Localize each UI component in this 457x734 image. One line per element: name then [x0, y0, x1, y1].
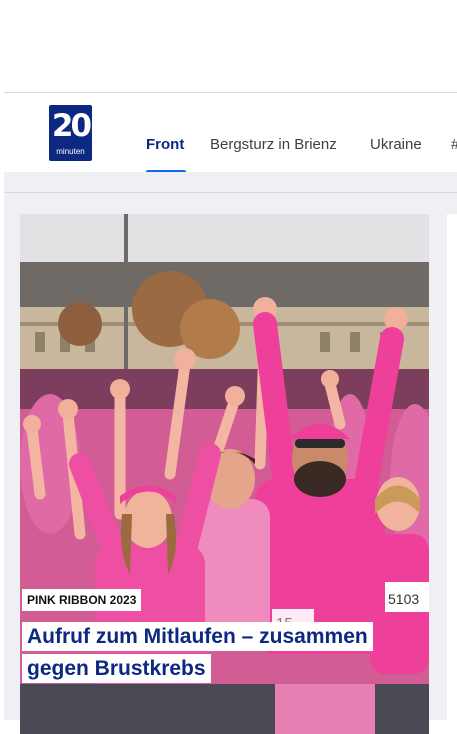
next-card-edge: [447, 214, 457, 724]
logo-number: 20: [51, 108, 92, 144]
logo-wordmark: minuten: [56, 147, 85, 156]
nav-tab-ukraine[interactable]: Ukraine: [370, 136, 422, 153]
section-divider: [4, 192, 457, 193]
headline-line-2: gegen Brustkrebs: [22, 654, 211, 683]
20-minuten-logo[interactable]: 20 minuten: [49, 105, 92, 161]
nav-tab-front[interactable]: Front: [146, 136, 186, 174]
article-kicker[interactable]: PINK RIBBON 2023: [22, 589, 142, 611]
nav-tab-label: Front: [146, 136, 185, 153]
article-headline[interactable]: Aufruf zum Mitlaufen – zusammen gegen Br…: [22, 622, 432, 686]
nav-tab-bergsturz[interactable]: Bergsturz in Brienz: [210, 136, 337, 153]
site-header: 20 minuten Front Bergsturz in Brienz Ukr…: [4, 92, 457, 174]
svg-text:5103: 5103: [388, 591, 419, 607]
nav-tab-more[interactable]: #: [451, 136, 457, 153]
headline-line-1: Aufruf zum Mitlaufen – zusammen: [22, 622, 373, 651]
blank-top-area: [0, 0, 457, 92]
